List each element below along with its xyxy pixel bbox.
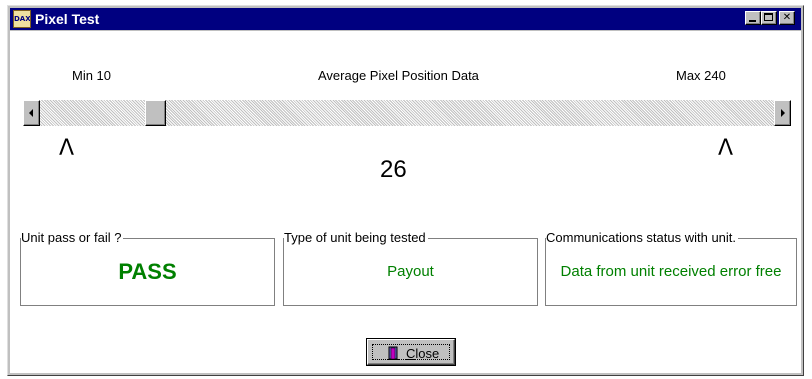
scroll-left-button[interactable] <box>23 100 40 126</box>
close-button-face[interactable]: Close <box>367 339 455 365</box>
pass-fail-label: Unit pass or fail ? <box>21 230 124 245</box>
client-area: Min 10 Average Pixel Position Data Max 2… <box>10 31 801 373</box>
pass-fail-group: Unit pass or fail ? PASS <box>20 230 275 306</box>
pixel-test-window: DAX Pixel Test ✕ Min 10 Average Pixel Po… <box>7 5 804 376</box>
left-arrow-icon <box>29 109 33 117</box>
close-button-label: Close <box>406 346 440 361</box>
scrollbar-thumb[interactable] <box>145 100 166 126</box>
app-icon[interactable]: DAX <box>13 10 31 28</box>
minimize-icon <box>749 20 756 22</box>
comm-status-label: Communications status with unit. <box>546 230 739 245</box>
maximize-button[interactable] <box>761 11 777 25</box>
close-window-button[interactable]: ✕ <box>779 11 795 25</box>
comm-status-value: Data from unit received error free <box>560 263 782 280</box>
min-marker: Λ <box>59 136 75 161</box>
comm-status-group: Communications status with unit. Data fr… <box>545 230 797 306</box>
unit-type-value: Payout <box>387 263 434 280</box>
pixel-position-scrollbar[interactable] <box>23 100 791 126</box>
min-label: Min 10 <box>72 68 112 83</box>
close-icon: ✕ <box>782 12 792 23</box>
scroll-right-button[interactable] <box>774 100 791 126</box>
door-exit-icon <box>387 346 399 360</box>
right-arrow-icon <box>781 109 785 117</box>
window-title: Pixel Test <box>35 11 100 27</box>
maximize-icon <box>764 13 773 21</box>
pass-fail-value: PASS <box>118 259 177 284</box>
unit-type-label: Type of unit being tested <box>284 230 428 245</box>
unit-type-group: Type of unit being tested Payout <box>283 230 538 306</box>
max-marker: Λ <box>718 136 734 161</box>
max-label: Max 240 <box>676 68 726 83</box>
slider-title: Average Pixel Position Data <box>318 68 479 83</box>
minimize-button[interactable] <box>745 11 761 25</box>
average-pixel-value: 26 <box>380 156 407 183</box>
title-bar[interactable]: DAX Pixel Test ✕ <box>10 8 801 30</box>
close-button[interactable]: Close <box>366 338 456 366</box>
